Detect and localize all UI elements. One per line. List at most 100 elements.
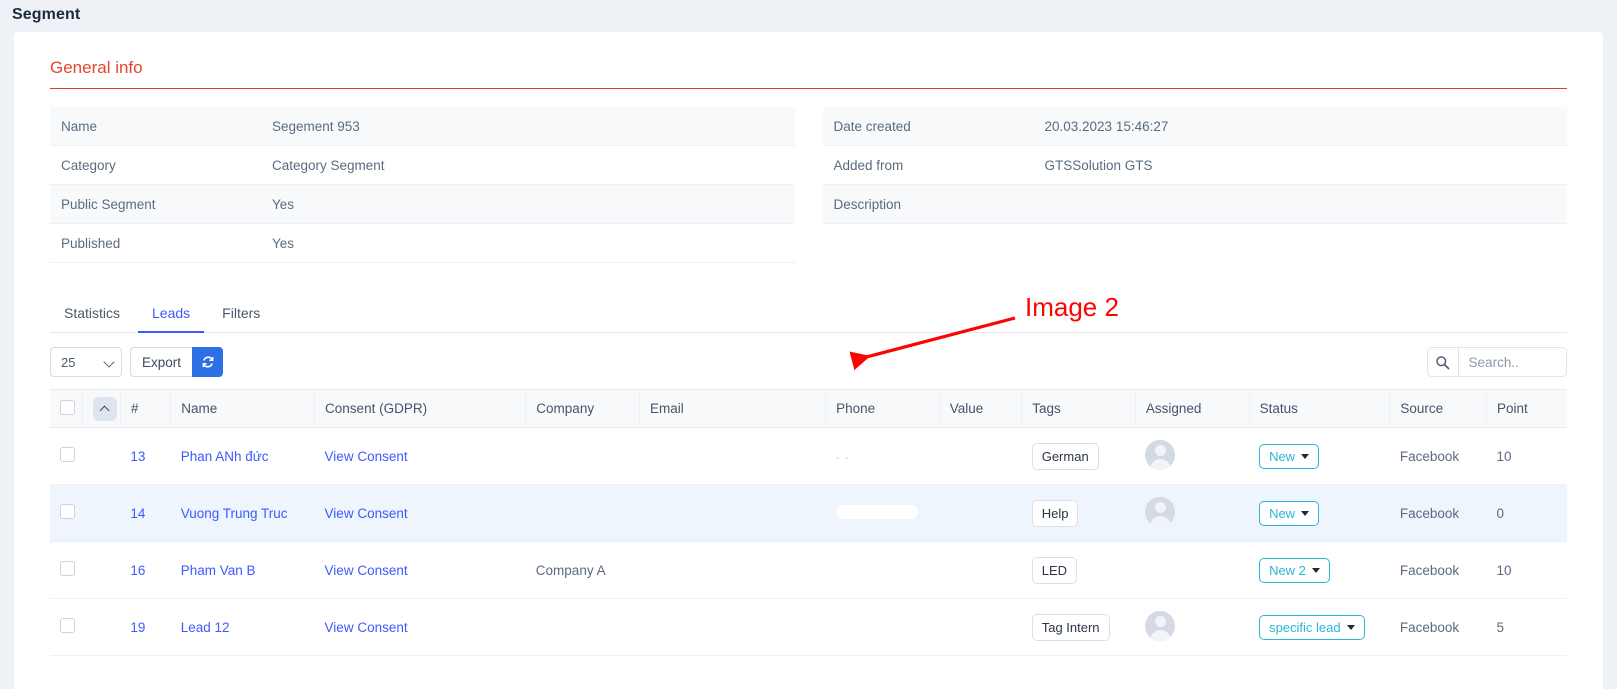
section-divider — [50, 88, 1567, 89]
cell-consent: View Consent — [314, 484, 526, 542]
cell-id: 14 — [120, 484, 171, 542]
cell-source: Facebook — [1389, 484, 1487, 542]
status-badge[interactable]: New — [1259, 443, 1320, 469]
lead-id-link[interactable]: 16 — [130, 563, 145, 578]
row-checkbox[interactable] — [60, 447, 75, 462]
row-checkbox[interactable] — [60, 618, 75, 633]
avatar — [1145, 610, 1176, 641]
view-consent-link[interactable]: View Consent — [325, 506, 408, 521]
refresh-icon — [202, 356, 213, 368]
redacted-phone — [835, 504, 918, 519]
tag-badge[interactable]: Help — [1031, 499, 1079, 527]
general-info-table: Name Segement 953 Category Category Segm… — [50, 107, 1567, 263]
info-value: Yes — [272, 235, 295, 251]
table-row[interactable]: 13 Phan ANh đức View Consent - - German … — [50, 427, 1567, 485]
view-consent-link[interactable]: View Consent — [325, 563, 408, 578]
cell-status: New — [1249, 484, 1390, 542]
column-header-consent[interactable]: Consent (GDPR) — [314, 389, 526, 428]
chevron-down-icon — [1346, 624, 1355, 630]
tag-badge[interactable]: Tag Intern — [1031, 613, 1110, 641]
search-icon-button[interactable] — [1428, 348, 1459, 376]
view-consent-link[interactable]: View Consent — [325, 620, 408, 635]
cell-email — [639, 598, 826, 656]
status-badge[interactable]: specific lead — [1259, 614, 1365, 640]
phone-value: - - — [835, 449, 850, 464]
tag-badge[interactable]: LED — [1031, 556, 1078, 584]
cell-id: 19 — [120, 598, 171, 656]
cell-point: 10 — [1486, 427, 1567, 485]
general-info-left-column: Name Segement 953 Category Category Segm… — [50, 107, 795, 263]
cell-id: 13 — [120, 427, 171, 485]
status-badge[interactable]: New — [1259, 500, 1320, 526]
status-badge[interactable]: New 2 — [1259, 557, 1330, 583]
row-spacer-cell — [82, 598, 121, 656]
cell-consent: View Consent — [314, 427, 526, 485]
info-value: Category Segment — [272, 157, 385, 173]
lead-name-link[interactable]: Pham Van B — [181, 563, 256, 578]
select-all-checkbox[interactable] — [60, 399, 75, 415]
column-header-tags[interactable]: Tags — [1021, 389, 1136, 428]
info-label: Published — [61, 235, 121, 251]
cell-value — [939, 598, 1022, 656]
view-consent-link[interactable]: View Consent — [325, 449, 408, 464]
row-checkbox[interactable] — [60, 504, 75, 519]
tag-badge[interactable]: German — [1031, 442, 1099, 470]
column-header-assigned[interactable]: Assigned — [1134, 389, 1250, 428]
lead-id-link[interactable]: 19 — [130, 620, 145, 635]
row-checkbox[interactable] — [60, 561, 75, 576]
column-header-point[interactable]: Point — [1485, 389, 1567, 428]
column-header-email[interactable]: Email — [638, 389, 826, 428]
tab-filters[interactable]: Filters — [208, 297, 274, 333]
chevron-down-icon — [1301, 453, 1310, 459]
status-label: New — [1269, 505, 1296, 521]
search-input[interactable] — [1458, 348, 1566, 376]
lead-id-link[interactable]: 13 — [130, 449, 145, 464]
tab-statistics[interactable]: Statistics — [50, 297, 134, 333]
refresh-button[interactable] — [192, 347, 224, 377]
cell-phone — [825, 598, 940, 656]
cell-point: 0 — [1486, 484, 1567, 542]
column-header-name[interactable]: Name — [170, 389, 315, 428]
info-label: Name — [61, 118, 98, 134]
column-header-company[interactable]: Company — [525, 389, 640, 428]
lead-id-link[interactable]: 14 — [130, 506, 145, 521]
column-header-status[interactable]: Status — [1248, 389, 1390, 428]
cell-phone — [825, 541, 940, 599]
info-label: Date created — [833, 118, 911, 134]
lead-name-link[interactable]: Lead 12 — [181, 620, 230, 635]
lead-name-link[interactable]: Phan ANh đức — [181, 449, 269, 464]
export-button[interactable]: Export — [130, 347, 193, 377]
column-header-id[interactable]: # — [119, 389, 171, 428]
column-header-phone[interactable]: Phone — [825, 389, 940, 428]
cell-consent: View Consent — [314, 598, 526, 656]
chevron-up-icon — [99, 405, 110, 415]
column-header-value[interactable]: Value — [938, 389, 1022, 428]
table-row[interactable]: 19 Lead 12 View Consent Tag Intern speci… — [50, 598, 1567, 656]
leads-table: # Name Consent (GDPR) Company Email Phon… — [50, 389, 1567, 656]
info-value: Yes — [272, 196, 295, 212]
sort-ascending-button[interactable] — [92, 396, 117, 421]
table-body: 13 Phan ANh đức View Consent - - German … — [50, 427, 1567, 656]
row-spacer-cell — [82, 484, 121, 542]
cell-tags: Tag Intern — [1021, 598, 1136, 656]
lead-name-link[interactable]: Vuong Trung Truc — [181, 506, 288, 521]
table-row[interactable]: 14 Vuong Trung Truc View Consent Help Ne… — [50, 484, 1567, 542]
cell-source: Facebook — [1389, 541, 1487, 599]
leads-table-wrap: # Name Consent (GDPR) Company Email Phon… — [50, 389, 1567, 656]
chevron-down-icon — [1311, 567, 1320, 573]
column-header-source[interactable]: Source — [1389, 389, 1487, 428]
cell-consent: View Consent — [314, 541, 526, 599]
row-select-cell — [50, 541, 83, 599]
search-box[interactable] — [1427, 347, 1567, 377]
cell-value — [939, 427, 1022, 485]
cell-source: Facebook — [1389, 598, 1487, 656]
cell-point: 5 — [1486, 598, 1567, 656]
table-row[interactable]: 16 Pham Van B View Consent Company A LED… — [50, 541, 1567, 599]
cell-name: Vuong Trung Truc — [170, 484, 315, 542]
avatar — [1145, 496, 1176, 527]
page-size-select[interactable]: 25 — [50, 347, 122, 377]
avatar — [1145, 439, 1176, 470]
info-label: Added from — [833, 157, 904, 173]
tab-leads[interactable]: Leads — [138, 297, 205, 333]
cell-status: specific lead — [1249, 598, 1390, 656]
